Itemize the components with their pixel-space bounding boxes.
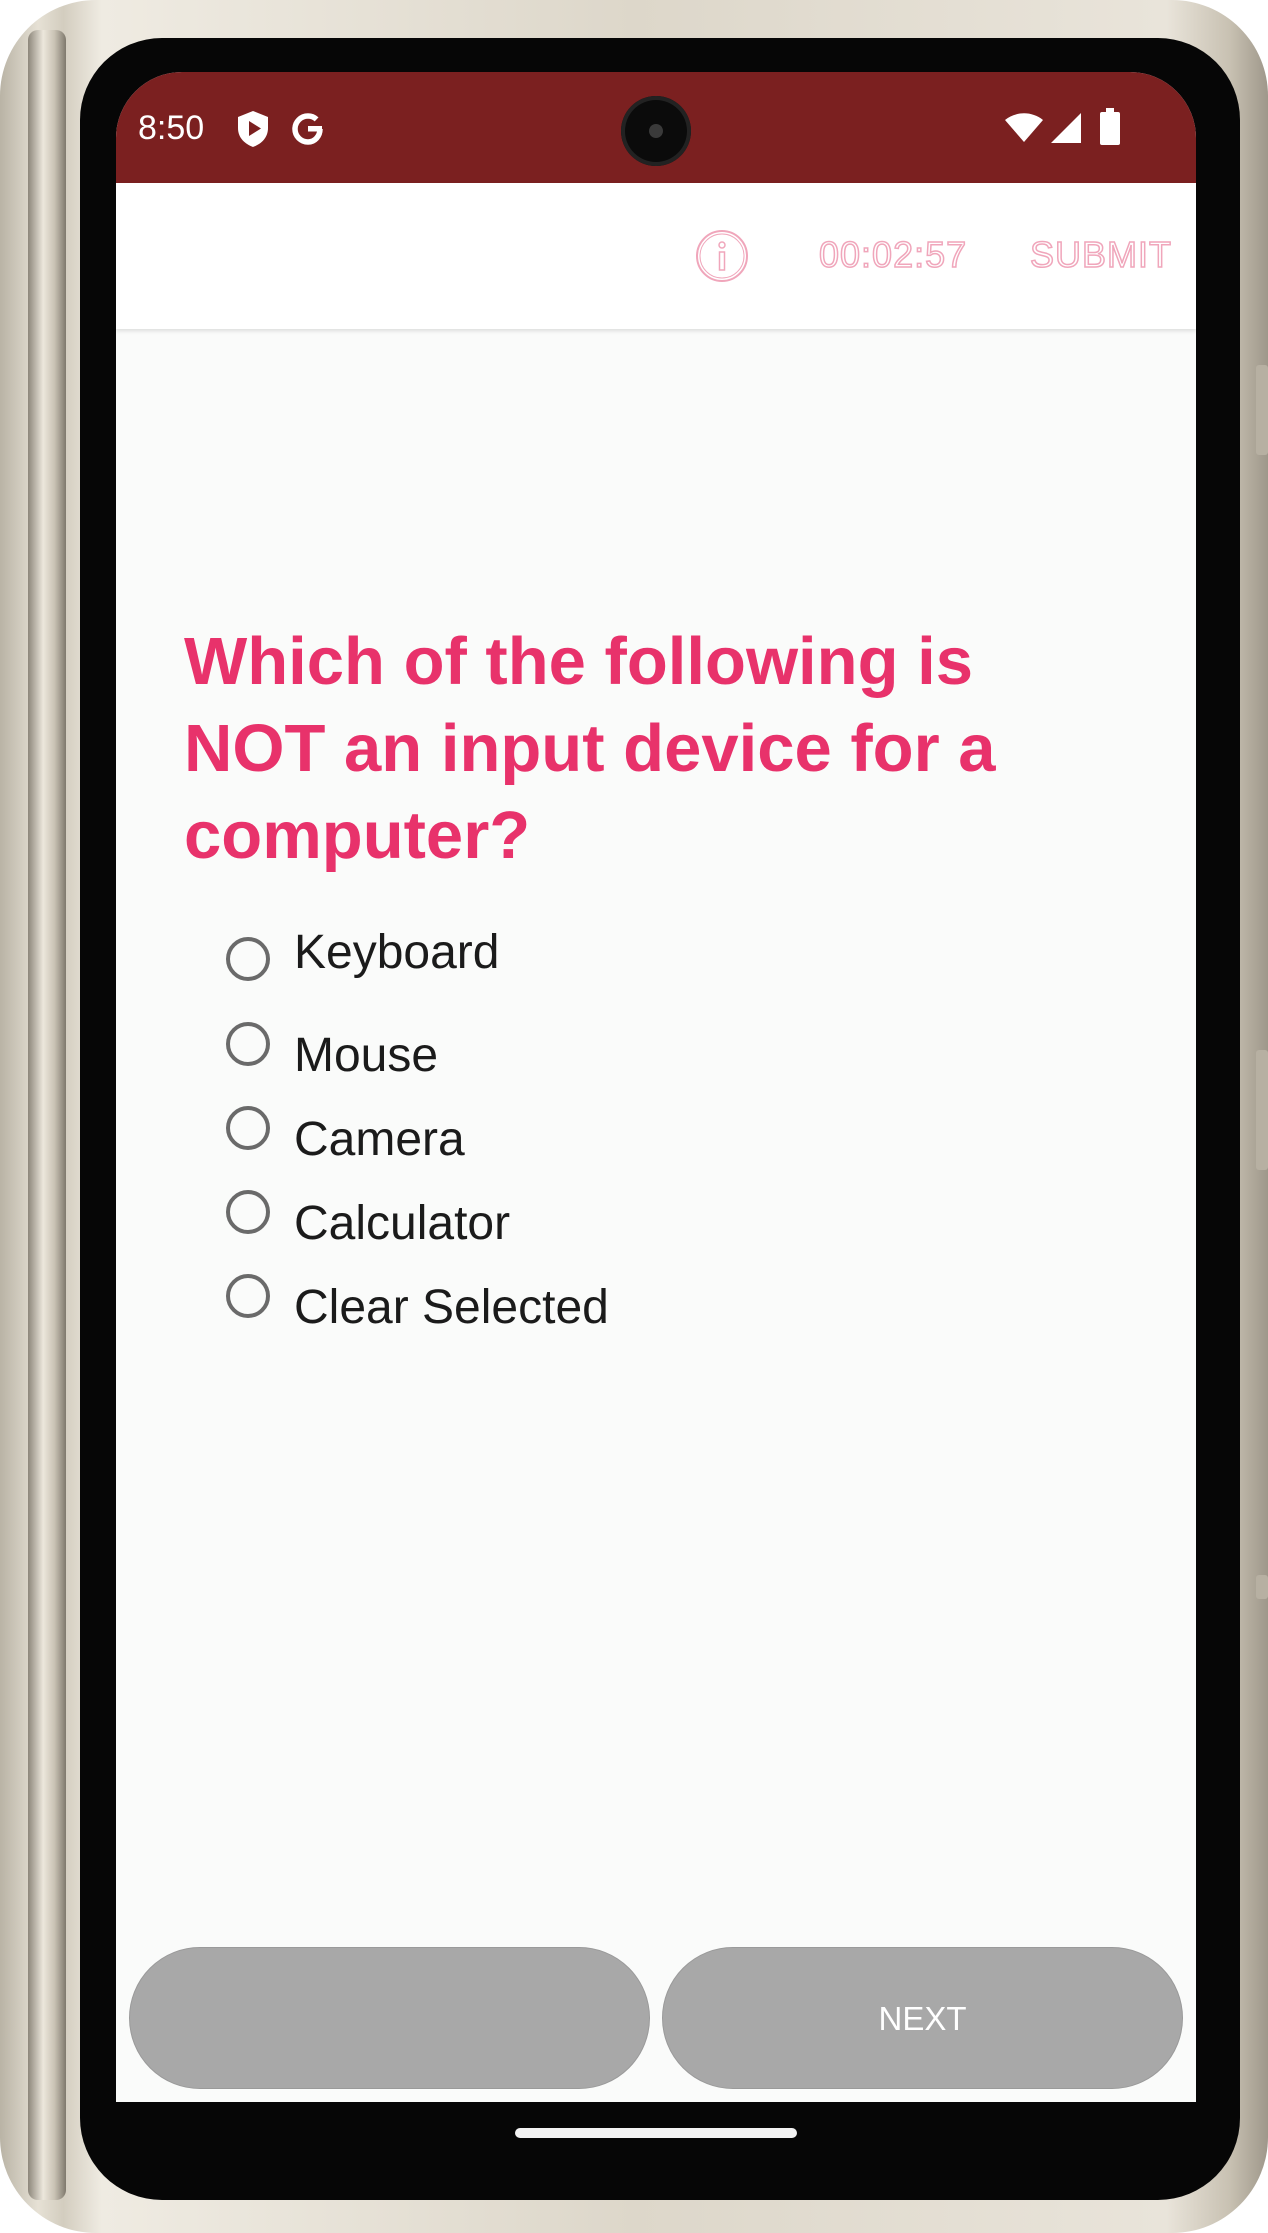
option-label: Keyboard bbox=[294, 926, 500, 979]
front-camera bbox=[621, 96, 691, 166]
submit-button[interactable]: SUBMIT bbox=[1029, 233, 1172, 277]
battery-icon bbox=[1099, 108, 1121, 151]
timer-text: 00:02:57 bbox=[818, 233, 968, 276]
phone-hinge bbox=[28, 30, 66, 2200]
wifi-icon bbox=[1004, 112, 1044, 149]
option-label: Mouse bbox=[294, 1029, 439, 1082]
power-key bbox=[1256, 1050, 1268, 1170]
status-bar: 8:50 bbox=[116, 72, 1196, 183]
gesture-bar[interactable] bbox=[515, 2128, 797, 2138]
side-sensor bbox=[1256, 1575, 1268, 1599]
google-g-icon bbox=[289, 110, 327, 153]
radio-button[interactable] bbox=[226, 1274, 270, 1318]
signal-icon bbox=[1050, 112, 1082, 149]
previous-button[interactable] bbox=[129, 1947, 650, 2089]
phone-frame: 8:50 00:02:57 SUBMIT Which of the follow… bbox=[0, 0, 1268, 2233]
shield-play-icon bbox=[236, 110, 270, 153]
info-icon[interactable] bbox=[694, 228, 750, 284]
status-time: 8:50 bbox=[138, 109, 205, 147]
option-label: Camera bbox=[294, 1113, 465, 1166]
option-label: Clear Selected bbox=[294, 1281, 609, 1334]
next-button[interactable]: NEXT bbox=[662, 1947, 1183, 2089]
screen: 8:50 00:02:57 SUBMIT Which of the follow… bbox=[116, 72, 1196, 2102]
volume-key bbox=[1256, 365, 1268, 455]
option-label: Calculator bbox=[294, 1197, 511, 1250]
radio-button[interactable] bbox=[226, 1106, 270, 1150]
radio-button[interactable] bbox=[226, 937, 270, 981]
radio-button[interactable] bbox=[226, 1190, 270, 1234]
radio-button[interactable] bbox=[226, 1022, 270, 1066]
app-bar: 00:02:57 SUBMIT bbox=[116, 183, 1196, 329]
question-text: Which of the following is NOT an input d… bbox=[184, 624, 996, 873]
